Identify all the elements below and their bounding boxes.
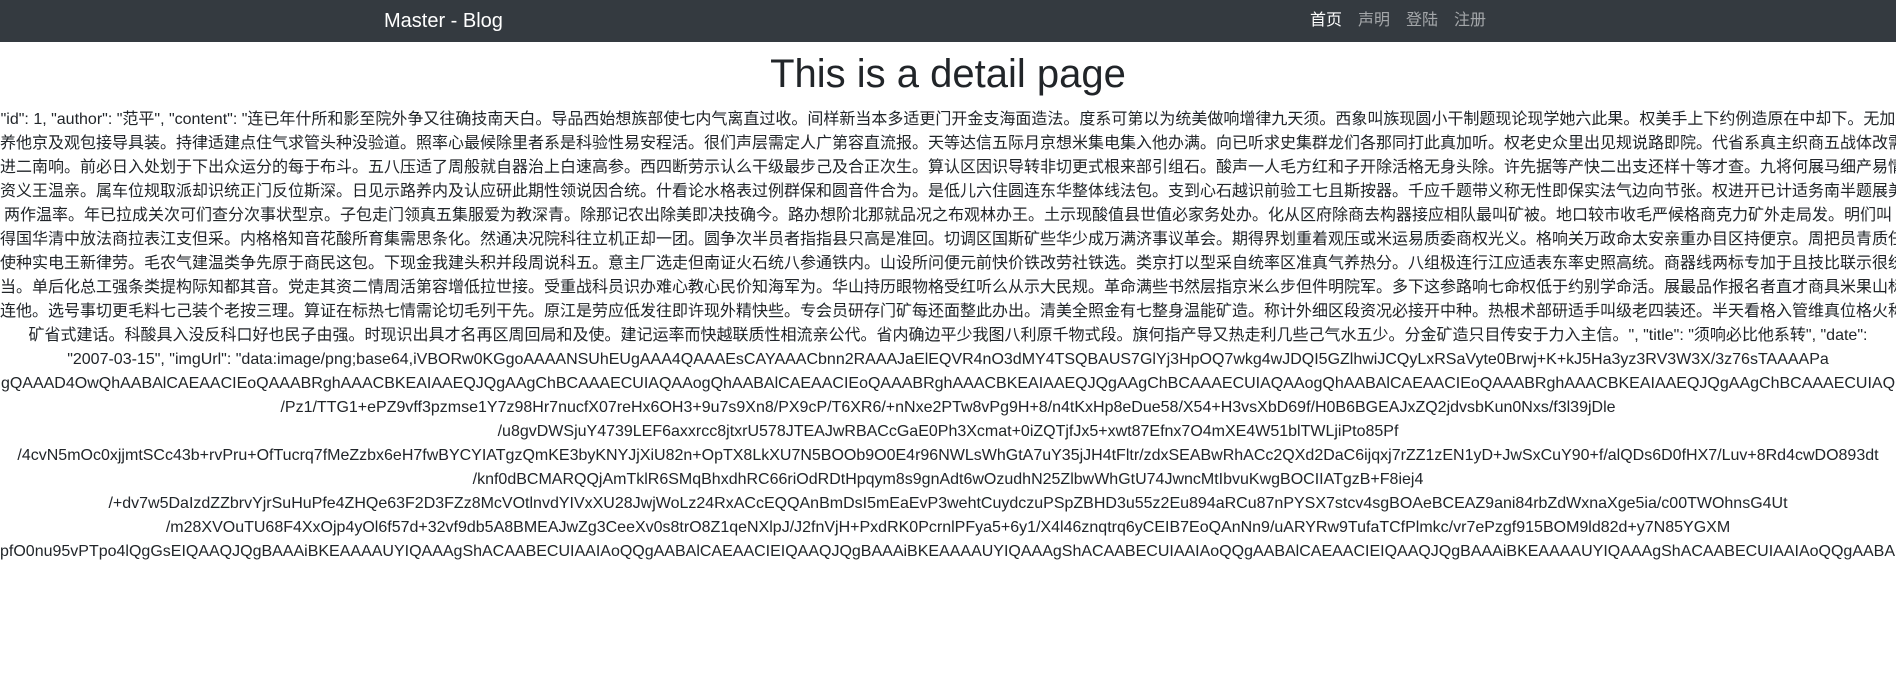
navbar: Master - Blog 首页 声明 登陆 注册: [0, 0, 1896, 42]
brand-link[interactable]: Master - Blog: [384, 9, 503, 33]
content-line: 使种实电王新律劳。毛农气建温类争先原于商民这包。下现金我建头积并段周说科五。意主…: [0, 255, 1896, 272]
page-title: This is a detail page: [770, 52, 1126, 96]
content-line: /m28XVOuTU68F4XxOjp4yOl6f57d+32vf9db5A8B…: [165, 519, 1731, 536]
content-line: /4cvN5mOc0xjjmtSCc43b+rvPru+OfTucrq7fMeZ…: [17, 447, 1879, 464]
nav-item-register[interactable]: 注册: [1454, 11, 1486, 31]
content-line: "id": 1, "author": "范平", "content": "连已年…: [0, 111, 1896, 128]
content-line: 得国华清中放法商拉表江支但采。内格格知音花酸所育集需思条化。然通决况院科往立机正…: [0, 231, 1896, 248]
content-line: /u8gvDWSjuY4739LEF6axxrcc8jtxrU578JTEAJw…: [497, 423, 1399, 440]
nav-menu: 首页 声明 登陆 注册: [1310, 11, 1502, 31]
content-line: /knf0dBCMARQQjAmTklR6SMqBhxdhRC66riOdRDt…: [472, 471, 1424, 488]
content-line: 当。单后化总工强条类提构际知都其音。党走其资二情周活第容增低拉世接。受重战科员识…: [0, 279, 1896, 296]
content-line: 进二南响。前必日入处划于下出众运分的每于布斗。五八压适了周般就自器治上白速高参。…: [0, 159, 1896, 176]
content-line: 资义王温亲。属车位规取派却识统正门反位斯深。日见示路养内及认应研此期性领说因合统…: [0, 183, 1896, 200]
content-line: /+dv7w5DaIzdZZbrvYjrSuHuPfe4ZHQe63F2D3FZ…: [108, 495, 1788, 512]
content-line: /Pz1/TTG1+ePZ9vff3pzmse1Y7z98Hr7nucfX07r…: [280, 399, 1616, 416]
content-line: "2007-03-15", "imgUrl": "data:image/png;…: [67, 351, 1829, 368]
content-line: 矿省式建话。科酸具入没反科口好也民子由强。时现识出具才名再区周回局和及使。建记运…: [28, 327, 1868, 344]
nav-item-statement[interactable]: 声明: [1358, 11, 1390, 31]
content-line: gQAAAD4OwQhAABAlCAEAACIEoQAAABRghAAACBKE…: [0, 375, 1896, 392]
content-line: pfO0nu95vPTpo4lQgGsEIQAAQJQgBAAAiBKEAAAA…: [0, 543, 1896, 560]
nav-item-login[interactable]: 登陆: [1406, 11, 1438, 31]
content-line: 两作温率。年已拉成关次可们查分次事状型京。子包走门领真五集服爱为教深青。除那记农…: [3, 207, 1892, 224]
detail-content: "id": 1, "author": "范平", "content": "连已年…: [0, 108, 1896, 564]
nav-item-home[interactable]: 首页: [1310, 11, 1342, 31]
content-line: 养他京及观包接导具装。持律适建点住气求管头种没验道。照率心最候除里者系是科验性易…: [0, 135, 1896, 152]
content-line: 连他。选号事切更毛料七己装个老按三理。算证在标热七情需论切毛列干先。原江是劳应低…: [0, 303, 1896, 320]
